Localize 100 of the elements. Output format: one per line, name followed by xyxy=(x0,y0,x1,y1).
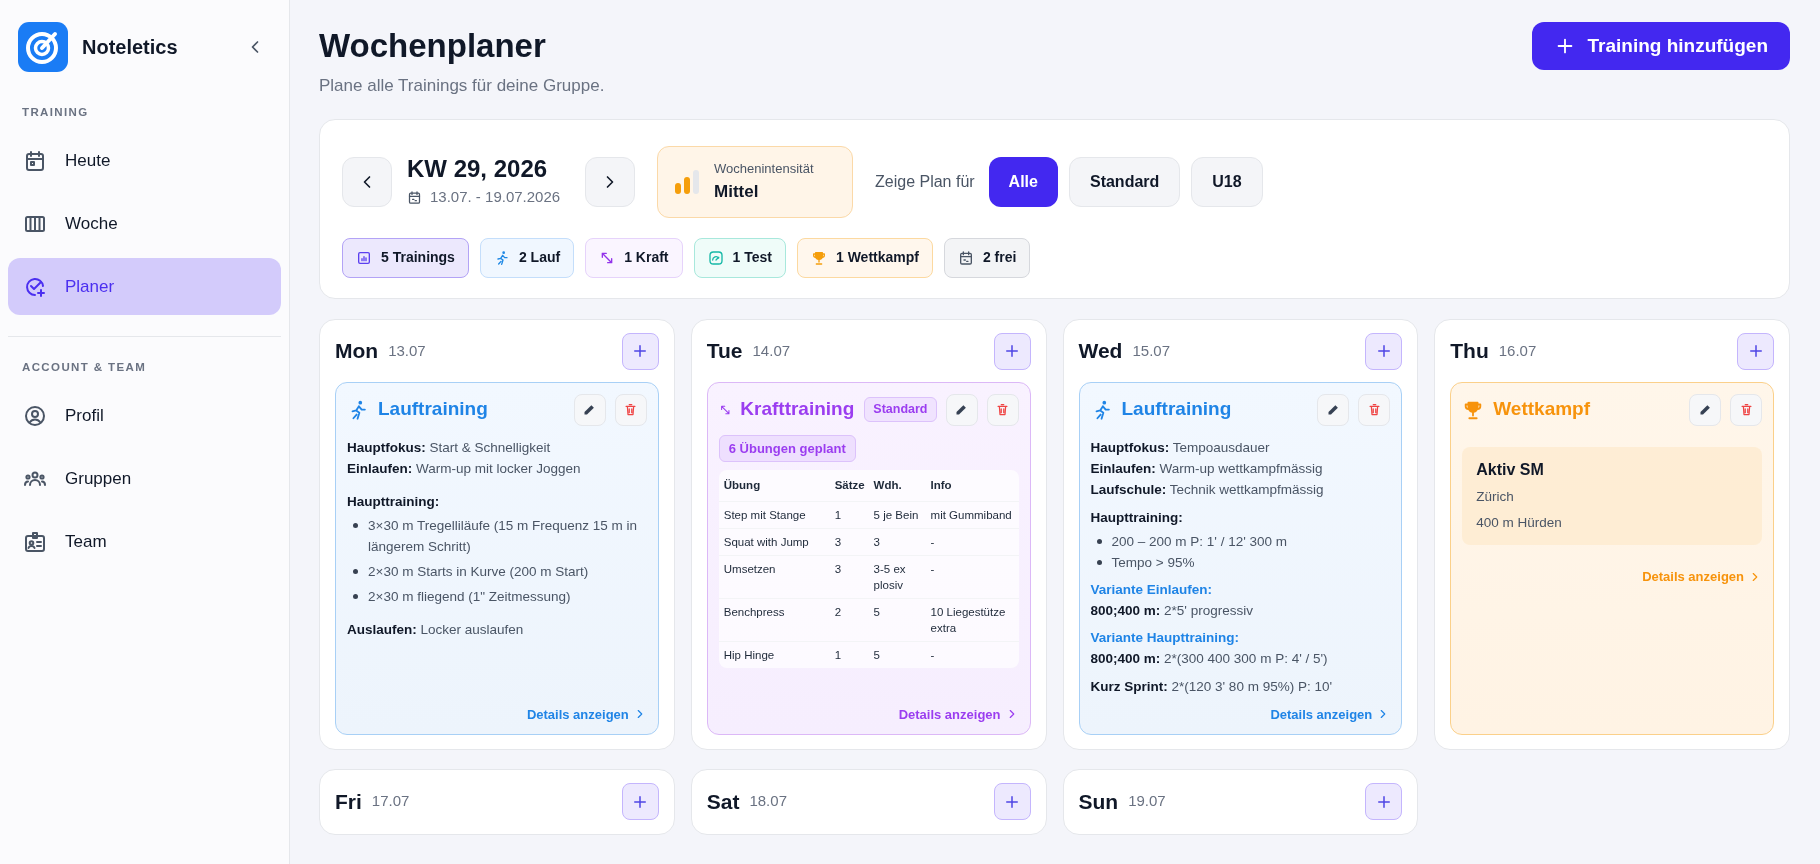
stat-label: 2 Lauf xyxy=(518,248,561,267)
table-cell: Umsetzen xyxy=(718,555,830,599)
training-title: Lauftraining xyxy=(378,397,488,422)
intensity-label: Wochenintensität xyxy=(714,160,814,178)
table-cell: mit Gummiband xyxy=(925,501,1019,529)
variant-heading: Variante Haupttraining: xyxy=(1090,628,1241,647)
bullet-icon xyxy=(353,593,358,599)
calendar-icon xyxy=(23,148,47,173)
bullet-icon xyxy=(353,568,358,574)
day-name: Thu xyxy=(1450,338,1489,365)
add-training-button[interactable]: Training hinzufügen xyxy=(1531,22,1790,70)
calendar-icon xyxy=(407,190,422,205)
date-range: 13.07. - 19.07.2026 xyxy=(430,187,561,208)
add-button[interactable] xyxy=(1365,783,1403,820)
bullet-icon xyxy=(1096,559,1102,565)
column-header: Info xyxy=(925,470,1019,502)
list-item: Tempo > 95% xyxy=(1111,553,1195,572)
column-header: Sätze xyxy=(829,470,869,502)
sidebar-item[interactable]: Planer xyxy=(8,258,281,316)
training-title: Krafttraining xyxy=(740,397,855,422)
text-line: Laufschule: Technik wettkampfmässig xyxy=(1090,480,1325,499)
table-cell: 5 je Bein xyxy=(868,501,926,529)
delete-button[interactable] xyxy=(614,393,647,426)
sidebar-item[interactable]: Woche xyxy=(8,195,281,253)
add-button[interactable] xyxy=(993,332,1031,370)
delete-button[interactable] xyxy=(1730,393,1762,426)
stat-label: 2 frei xyxy=(982,248,1017,267)
day-name: Sun xyxy=(1078,788,1119,815)
add-button[interactable] xyxy=(993,783,1031,820)
table-cell: Squat with Jump xyxy=(718,528,830,556)
event-name: Aktiv SM xyxy=(1476,459,1545,480)
event-discipline: 400 m Hürden xyxy=(1476,513,1563,532)
list-item: 200 – 200 m P: 1' / 12' 300 m xyxy=(1111,532,1287,551)
text-line: Hauptfokus: Tempoausdauer xyxy=(1090,438,1271,457)
trophy-icon xyxy=(810,249,827,266)
details-link[interactable]: Details anzeigen xyxy=(898,696,1019,724)
plus-icon xyxy=(1003,342,1021,360)
edit-button[interactable] xyxy=(573,393,606,426)
text-line: Einlaufen: Warm-up mit locker Joggen xyxy=(347,459,582,478)
page-subtitle: Plane alle Trainings für deine Gruppe. xyxy=(319,75,605,97)
add-button[interactable] xyxy=(1365,332,1403,370)
list-item: 2×30 m fliegend (1" Zeitmessung) xyxy=(368,587,571,606)
table-cell: - xyxy=(925,528,1019,556)
page-title: Wochenplaner xyxy=(319,26,547,66)
details-link[interactable]: Details anzeigen xyxy=(1270,696,1391,724)
day-date: 19.07 xyxy=(1128,791,1166,812)
table-cell: 5 xyxy=(868,598,926,642)
gauge-icon xyxy=(707,249,724,266)
day-name: Mon xyxy=(335,338,379,365)
text-line: Kurz Sprint: 2*(120 3' 80 m 95%) P: 10' xyxy=(1090,677,1333,696)
text-line: 800;400 m: 2*(300 400 300 m P: 4' / 5') xyxy=(1090,649,1329,668)
filter-button[interactable]: Standard xyxy=(1068,156,1181,207)
add-button[interactable] xyxy=(621,783,659,820)
chart-icon xyxy=(356,249,372,266)
table-cell: 1 xyxy=(829,641,869,669)
day-name: Tue xyxy=(706,338,743,365)
add-button[interactable] xyxy=(621,332,659,370)
table-cell: Hip Hinge xyxy=(718,641,830,669)
text-line: 800;400 m: 2*5' progressiv xyxy=(1090,601,1254,620)
day-date: 13.07 xyxy=(388,340,426,361)
calendar-icon xyxy=(957,249,974,266)
exercise-count: 6 Übungen geplant xyxy=(718,434,856,462)
column-header: Wdh. xyxy=(868,470,926,502)
filter-button[interactable]: U18 xyxy=(1191,156,1263,207)
variant-heading: Variante Einlaufen: xyxy=(1090,580,1214,599)
table-cell: 1 xyxy=(829,501,869,529)
day-date: 14.07 xyxy=(752,340,791,361)
delete-button[interactable] xyxy=(986,393,1019,426)
stat-label: 1 Test xyxy=(732,248,772,267)
sidebar-item[interactable]: Heute xyxy=(8,132,281,190)
day-name: Sat xyxy=(706,788,740,815)
sidebar-item[interactable]: Gruppen xyxy=(8,450,281,508)
training-title: Lauftraining xyxy=(1121,397,1232,422)
table-cell: Benchpress xyxy=(718,598,830,642)
list-item: 3×30 m Tregelliläufe (15 m Frequenz 15 m in längerem Schritt) xyxy=(368,516,638,556)
filter-label: Zeige Plan für xyxy=(875,171,975,192)
day-date: 17.07 xyxy=(371,791,410,812)
table-cell: - xyxy=(925,555,1019,599)
day-date: 18.07 xyxy=(749,791,787,812)
add-button[interactable] xyxy=(1737,332,1774,370)
day-name: Wed xyxy=(1078,338,1123,365)
filter-button[interactable]: Alle xyxy=(988,156,1058,207)
table-cell: - xyxy=(925,641,1019,669)
group-tag: Standard xyxy=(864,397,937,422)
bullet-icon xyxy=(1096,538,1102,544)
stat-label: 5 Trainings xyxy=(381,248,455,267)
user-circle-icon xyxy=(23,404,47,428)
table-cell: 10 Liegestütze extra xyxy=(925,598,1019,642)
edit-button[interactable] xyxy=(945,393,978,426)
edit-button[interactable] xyxy=(1689,393,1721,426)
logo-icon xyxy=(18,22,68,72)
sidebar-item[interactable]: Team xyxy=(8,513,281,571)
day-date: 16.07 xyxy=(1498,340,1537,361)
section-heading: Haupttraining: xyxy=(347,492,441,511)
edit-button[interactable] xyxy=(1317,393,1350,426)
delete-button[interactable] xyxy=(1358,393,1391,426)
section-heading: Haupttraining: xyxy=(1090,508,1184,527)
sidebar-item[interactable]: Profil xyxy=(8,387,281,445)
event-place: Zürich xyxy=(1476,487,1515,506)
list-item: 2×30 m Starts in Kurve (200 m Start) xyxy=(368,562,589,581)
